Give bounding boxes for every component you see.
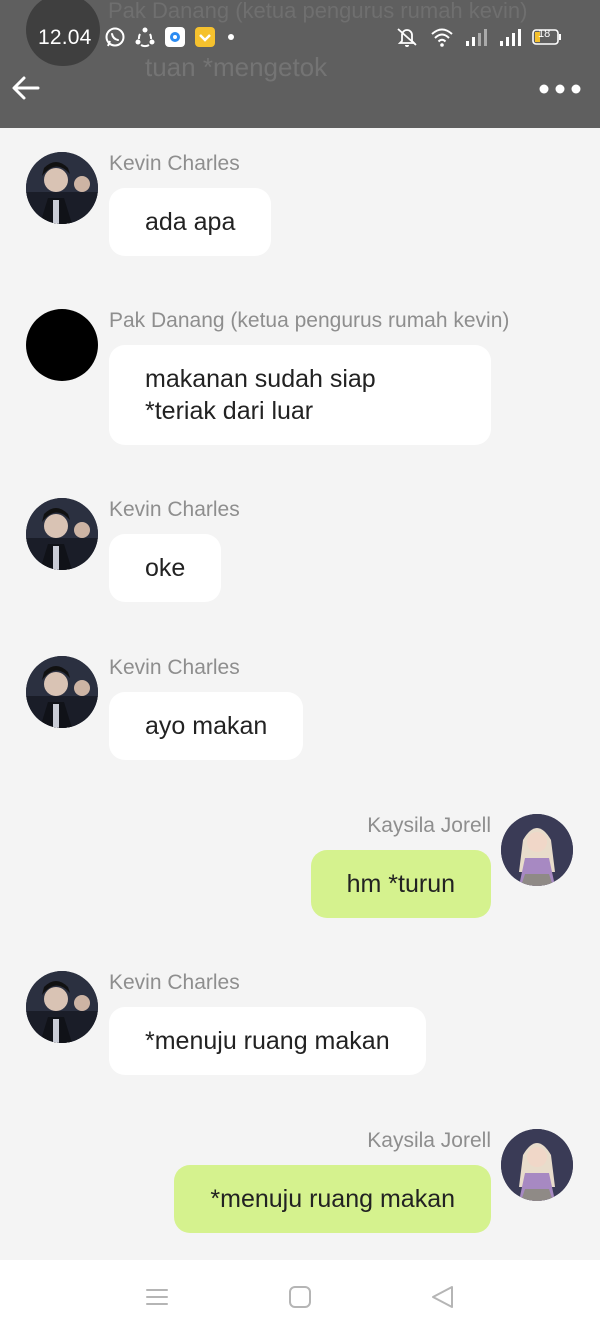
avatar[interactable] — [26, 152, 98, 224]
status-time: 12.04 — [38, 26, 92, 49]
message-bubble[interactable]: ayo makan — [109, 692, 304, 760]
sender-name: Kevin Charles — [109, 656, 240, 679]
back-triangle-icon — [432, 1286, 453, 1308]
battery-icon: 18 — [532, 27, 562, 47]
sender-name: Kaysila Jorell — [367, 814, 491, 837]
system-nav-bar — [0, 1260, 600, 1333]
wifi-icon — [430, 26, 454, 48]
back-button[interactable] — [10, 72, 42, 104]
signal-icon — [464, 26, 488, 48]
header-bar: Pak Danang (ketua pengurus rumah kevin) … — [0, 0, 600, 128]
sender-name: Pak Danang (ketua pengurus rumah kevin) — [109, 309, 510, 332]
app-icon — [164, 26, 186, 48]
avatar[interactable] — [26, 656, 98, 728]
avatar[interactable] — [26, 498, 98, 570]
mute-icon — [394, 26, 420, 48]
wallet-icon — [194, 26, 216, 48]
ghost-sender-name: Pak Danang (ketua pengurus rumah kevin) — [108, 0, 528, 23]
sender-name: Kevin Charles — [109, 498, 240, 521]
more-dots-icon — [539, 84, 581, 94]
battery-level: 18 — [538, 28, 551, 40]
menu-icon — [146, 1289, 168, 1305]
more-options-button[interactable] — [538, 80, 582, 98]
message-bubble[interactable]: *menuju ruang makan — [109, 1007, 426, 1075]
home-icon — [289, 1286, 311, 1308]
avatar[interactable] — [501, 1129, 573, 1201]
message-bubble[interactable]: oke — [109, 534, 222, 602]
system-status-icons: 18 — [394, 26, 562, 48]
message-bubble[interactable]: ada apa — [109, 188, 272, 256]
back-nav-button[interactable] — [428, 1282, 458, 1312]
message-bubble[interactable]: hm *turun — [310, 850, 491, 918]
notification-icons — [104, 26, 238, 48]
avatar[interactable] — [501, 814, 573, 886]
dot-icon — [224, 26, 238, 48]
avatar[interactable] — [26, 309, 98, 381]
whatsapp-icon — [104, 26, 126, 48]
ghost-message: tuan *mengetok — [145, 52, 328, 82]
recent-apps-button[interactable] — [142, 1282, 172, 1312]
message-bubble[interactable]: makanan sudah siap *teriak dari luar — [109, 345, 491, 445]
sender-name: Kevin Charles — [109, 971, 240, 994]
home-button[interactable] — [285, 1282, 315, 1312]
sync-icon — [134, 26, 156, 48]
message-bubble[interactable]: *menuju ruang makan — [174, 1165, 491, 1233]
sender-name: Kevin Charles — [109, 152, 240, 175]
sender-name: Kaysila Jorell — [367, 1129, 491, 1152]
avatar[interactable] — [26, 971, 98, 1043]
arrow-left-icon — [12, 76, 40, 100]
chat-thread[interactable]: Kevin Charles ada apa Pak Danang (ketua … — [0, 128, 600, 1260]
signal-icon — [498, 26, 522, 48]
